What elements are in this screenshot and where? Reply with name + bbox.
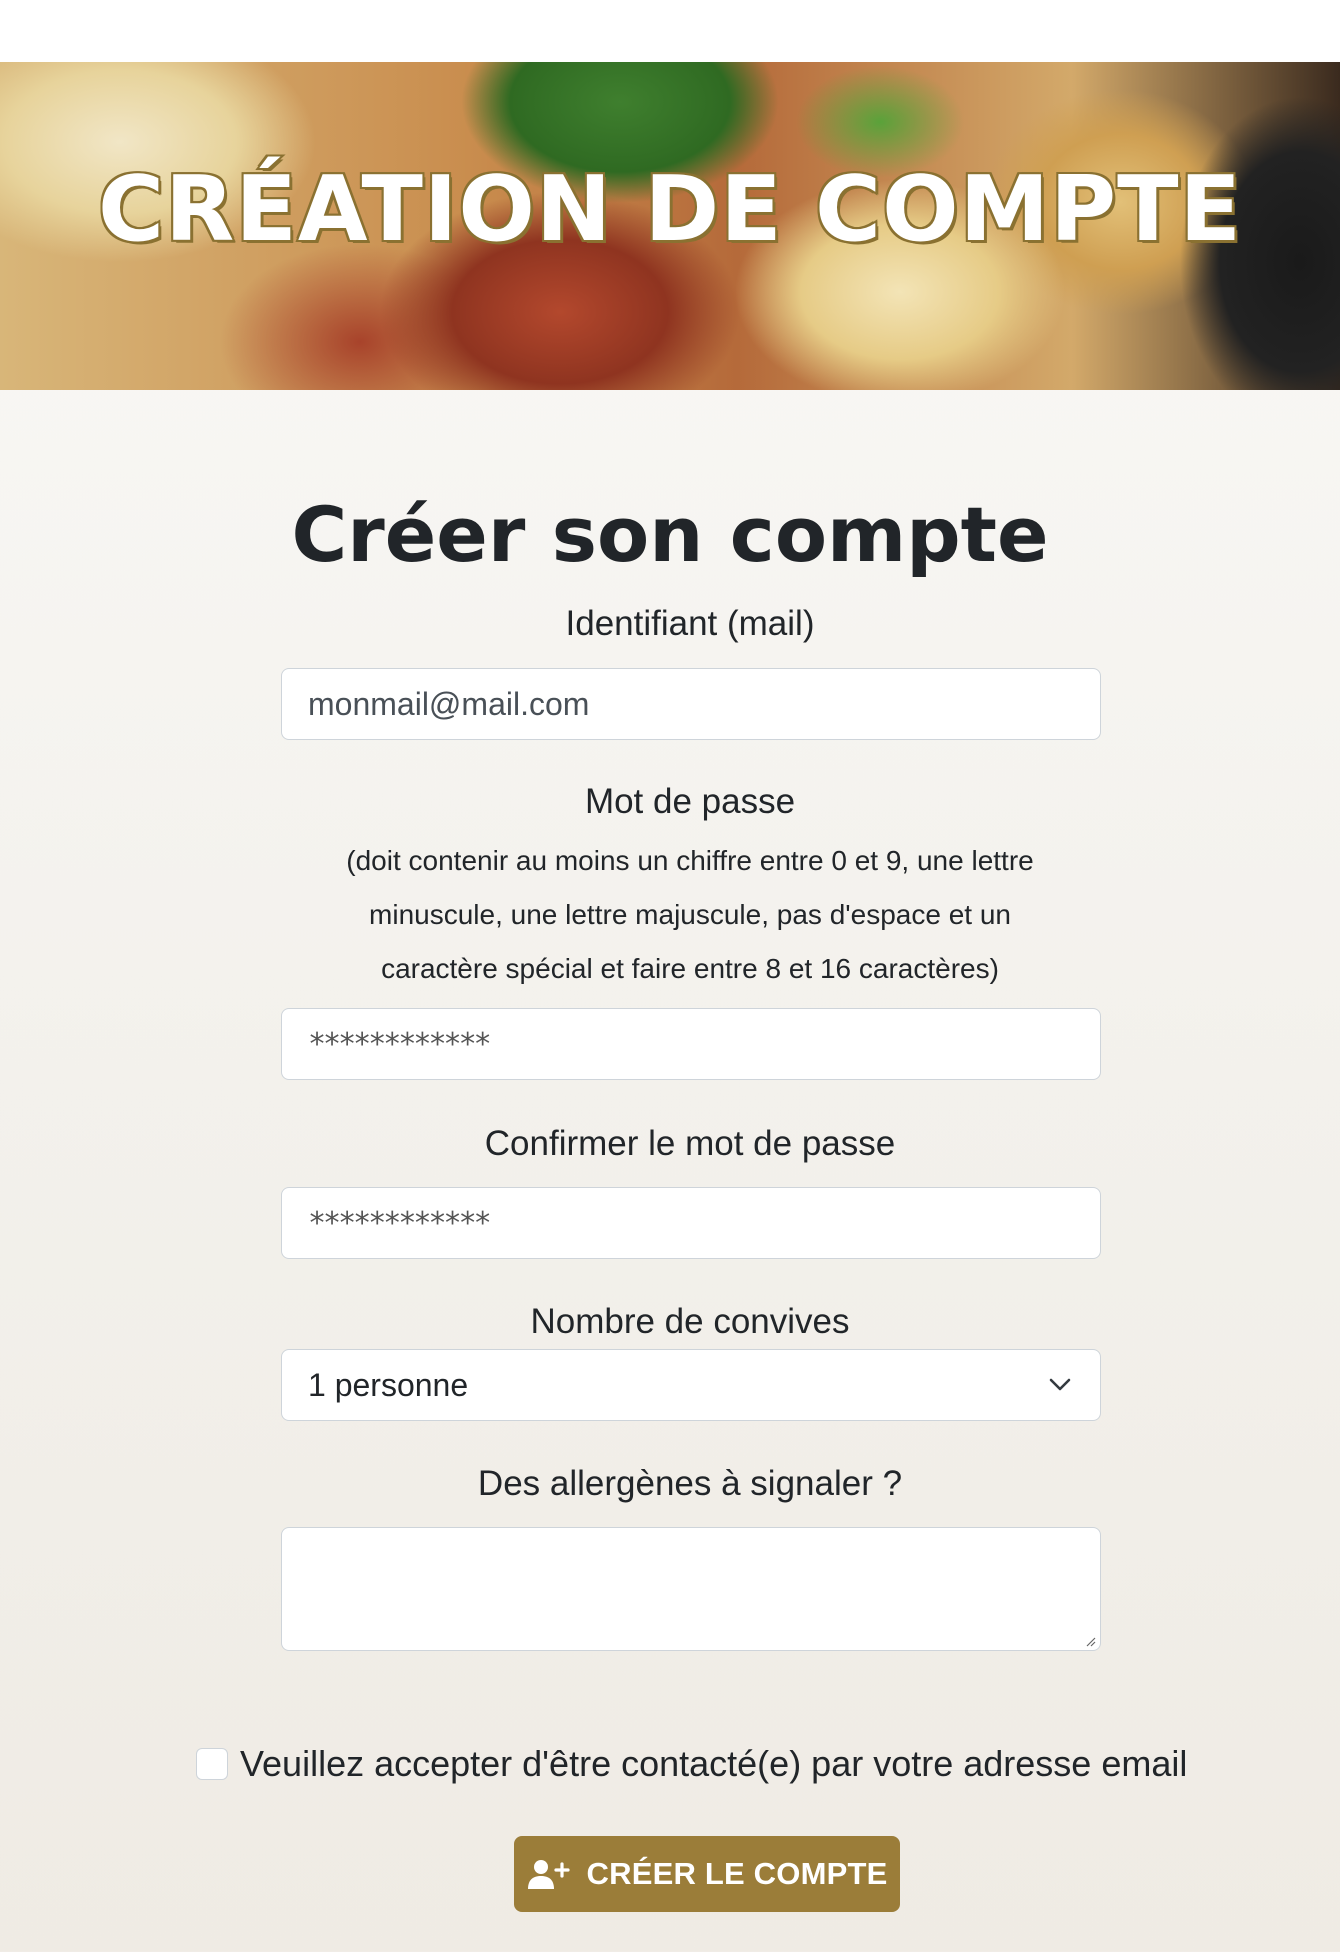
allergens-label: Des allergènes à signaler ? xyxy=(477,1464,903,1503)
email-placeholder: monmail@mail.com xyxy=(308,685,590,722)
email-input[interactable]: monmail@mail.com xyxy=(281,668,1101,740)
top-bar xyxy=(0,0,1340,62)
resize-handle-icon[interactable] xyxy=(1084,1634,1096,1647)
confirm-password-input[interactable]: ************ xyxy=(281,1187,1101,1259)
create-account-button[interactable]: CRÉER LE COMPTE xyxy=(514,1836,900,1912)
password-help-line: (doit contenir au moins un chiffre entre… xyxy=(346,845,1034,876)
confirm-password-label: Confirmer le mot de passe xyxy=(484,1124,896,1163)
user-plus-icon xyxy=(527,1858,571,1890)
password-help: (doit contenir au moins un chiffre entre… xyxy=(300,834,1080,996)
guests-label: Nombre de convives xyxy=(530,1302,850,1341)
allergens-textarea[interactable] xyxy=(281,1527,1101,1651)
create-account-label: CRÉER LE COMPTE xyxy=(586,1856,888,1891)
page-title: Créer son compte xyxy=(291,490,1049,579)
password-input[interactable]: ************ xyxy=(281,1008,1101,1080)
password-placeholder: ************ xyxy=(308,1026,492,1062)
hero-title: CRÉATION DE COMPTE xyxy=(96,155,1243,264)
guests-selected-value: 1 personne xyxy=(308,1366,469,1403)
confirm-password-placeholder: ************ xyxy=(308,1205,492,1241)
consent-row[interactable]: Veuillez accepter d'être contacté(e) par… xyxy=(196,1743,1187,1785)
password-help-line: caractère spécial et faire entre 8 et 16… xyxy=(381,953,999,984)
password-label: Mot de passe xyxy=(584,782,796,821)
hero-banner: CRÉATION DE COMPTE xyxy=(0,62,1340,390)
guests-select[interactable]: 1 personne xyxy=(281,1349,1101,1421)
email-label: Identifiant (mail) xyxy=(565,604,815,643)
consent-checkbox[interactable] xyxy=(196,1748,228,1780)
password-help-line: minuscule, une lettre majuscule, pas d'e… xyxy=(369,899,1011,930)
consent-label: Veuillez accepter d'être contacté(e) par… xyxy=(240,1743,1188,1784)
chevron-down-icon xyxy=(1046,1371,1074,1399)
